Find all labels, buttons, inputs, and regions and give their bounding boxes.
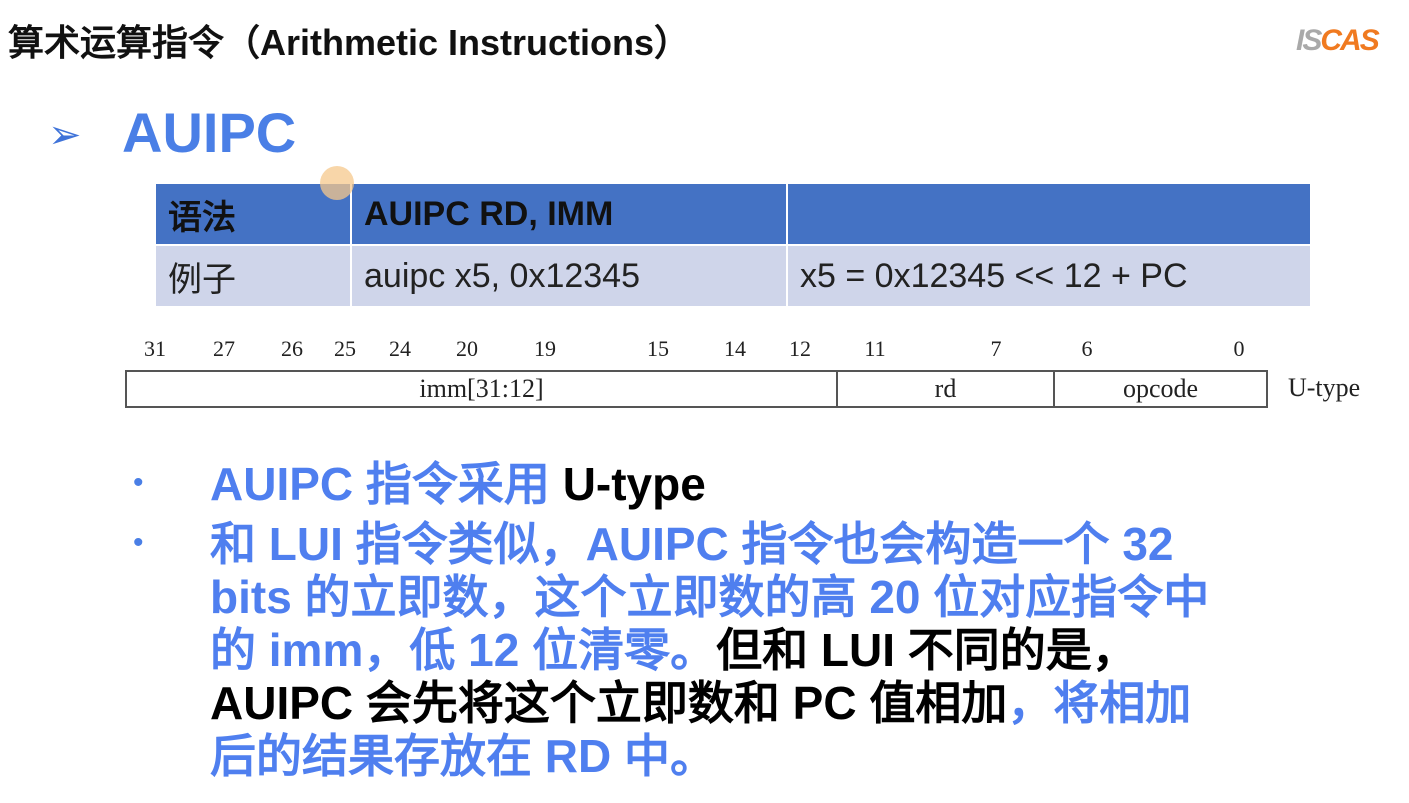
bit-label: 6 xyxy=(1081,336,1093,361)
format-type-label: U-type xyxy=(1288,373,1361,402)
text-segment: 但和 LUI 不同的是， xyxy=(716,624,1138,676)
field-rd: rd xyxy=(838,372,1055,406)
field-imm: imm[31:12] xyxy=(127,372,838,406)
bit-label: 7 xyxy=(990,336,1002,361)
instruction-format-box: imm[31:12] rd opcode xyxy=(125,370,1268,408)
table-cell xyxy=(786,182,1312,246)
text-segment: 后的结果存放在 RD 中。 xyxy=(210,730,716,782)
bit-label: 15 xyxy=(647,336,669,361)
bit-label: 14 xyxy=(724,336,746,361)
section-heading: AUIPC xyxy=(122,101,297,164)
bit-label: 31 xyxy=(144,336,166,361)
table-row: 例子 auipc x5, 0x12345 x5 = 0x12345 << 12 … xyxy=(154,244,1312,308)
bit-label: 25 xyxy=(334,336,356,361)
bullet-line: bits 的立即数，这个立即数的高 20 位对应指令中 xyxy=(210,571,1209,623)
text-segment: AUIPC 会先将这个立即数和 PC 值相加 xyxy=(210,677,1008,729)
bit-label: 24 xyxy=(389,336,411,361)
field-opcode: opcode xyxy=(1122,374,1199,403)
bit-label: 27 xyxy=(213,336,235,361)
table-cell: 语法 xyxy=(154,182,352,246)
arrow-bullet-icon: ➢ xyxy=(48,113,82,157)
bullet-line: AUIPC 指令采用 U-type xyxy=(210,458,706,510)
bullet-line: 的 imm，低 12 位清零。但和 LUI 不同的是， xyxy=(210,624,1138,676)
slide-title: 算术运算指令（Arithmetic Instructions） xyxy=(8,22,691,63)
bit-label: 20 xyxy=(456,336,478,361)
bit-label: 12 xyxy=(789,336,811,361)
text-segment: ，将相加 xyxy=(1007,677,1192,729)
bit-label: 0 xyxy=(1233,336,1245,361)
bullet-line: 后的结果存放在 RD 中。 xyxy=(210,730,716,782)
text-segment: AUIPC 指令采用 xyxy=(210,458,563,510)
bit-label: 26 xyxy=(281,336,303,361)
text-segment: bits 的立即数，这个立即数的高 20 位对应指令中 xyxy=(210,571,1210,623)
table-cell: AUIPC RD, IMM xyxy=(350,182,788,246)
bullet-dot: • xyxy=(133,526,144,559)
syntax-table: 语法 AUIPC RD, IMM 例子 auipc x5, 0x12345 x5… xyxy=(154,182,1312,308)
bullet-line: AUIPC 会先将这个立即数和 PC 值相加，将相加 xyxy=(210,677,1191,729)
bullet-dot: • xyxy=(133,466,144,499)
text-segment: 和 LUI 指令类似，AUIPC 指令也会构造一个 32 xyxy=(210,518,1174,570)
iscas-logo: ISCAS xyxy=(1296,24,1380,57)
text-segment: U-type xyxy=(562,458,706,510)
bullet-line: 和 LUI 指令类似，AUIPC 指令也会构造一个 32 xyxy=(210,518,1174,570)
table-cell: 例子 xyxy=(154,244,352,308)
bit-label: 11 xyxy=(864,336,886,361)
table-cell: auipc x5, 0x12345 xyxy=(350,244,788,308)
bit-label: 19 xyxy=(534,336,556,361)
cursor-highlight xyxy=(320,166,354,200)
table-cell: x5 = 0x12345 << 12 + PC xyxy=(786,244,1312,308)
text-segment: 的 imm，低 12 位清零。 xyxy=(210,624,717,676)
